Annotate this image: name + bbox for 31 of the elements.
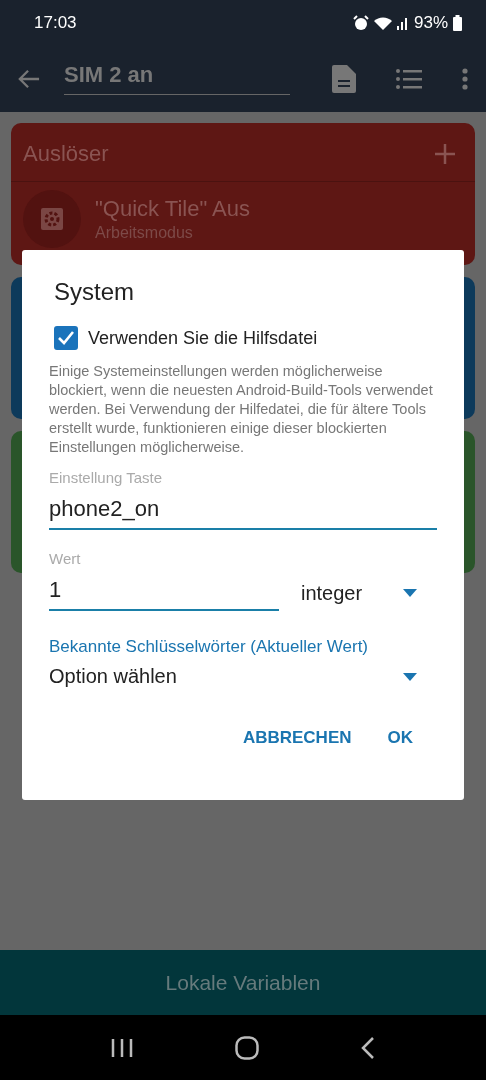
type-dropdown[interactable]: integer bbox=[279, 573, 437, 605]
alarm-icon bbox=[352, 14, 369, 31]
field-label: Einstellung Taste bbox=[49, 469, 164, 486]
document-icon[interactable] bbox=[332, 64, 356, 93]
signal-icon bbox=[396, 15, 409, 30]
add-icon[interactable] bbox=[435, 144, 455, 164]
dropdown-caret-icon bbox=[403, 672, 417, 681]
battery-icon bbox=[453, 14, 462, 31]
trigger-title: "Quick Tile" Aus bbox=[95, 196, 250, 222]
description-text: Einige Systemeinstellungen werden möglicherweise blockiert, wenn die neuesten Android-Build-Tools verwendet werden. Bei Verwendung der Hilfedatei, die für ältere Tools erstellt wurde, funktionieren einige dieser blockierten Einstellungen möglicherweise. bbox=[49, 362, 434, 457]
dialog-button[interactable]: OK bbox=[379, 722, 421, 754]
dialog-button[interactable]: ABBRECHEN bbox=[234, 722, 360, 754]
option-dropdown[interactable]: Option wählen bbox=[49, 657, 437, 688]
back-icon[interactable] bbox=[361, 1035, 375, 1060]
checkbox[interactable] bbox=[54, 326, 78, 350]
dropdown-caret-icon bbox=[403, 589, 417, 597]
field-label: Wert bbox=[49, 550, 82, 567]
setting-key-field[interactable]: phone2_on bbox=[49, 486, 437, 530]
home-icon[interactable] bbox=[235, 1035, 259, 1060]
value-field[interactable]: 1 bbox=[49, 567, 279, 611]
dialog-title: System bbox=[54, 278, 135, 306]
more-options-icon[interactable] bbox=[462, 67, 468, 90]
status-time: 17:03 bbox=[34, 12, 77, 33]
battery-percent: 93% bbox=[413, 12, 448, 33]
back-arrow-icon[interactable] bbox=[18, 68, 40, 89]
recent-apps-icon[interactable] bbox=[111, 1036, 133, 1059]
wifi-icon bbox=[373, 15, 392, 30]
section-title: Auslöser bbox=[23, 141, 109, 167]
list-icon[interactable] bbox=[396, 67, 422, 90]
keywords-link[interactable]: Bekannte Schlüsselwörter (Aktueller Wert) bbox=[49, 637, 437, 657]
checkbox-label[interactable]: Verwenden Sie die Hilfsdatei bbox=[88, 327, 318, 349]
